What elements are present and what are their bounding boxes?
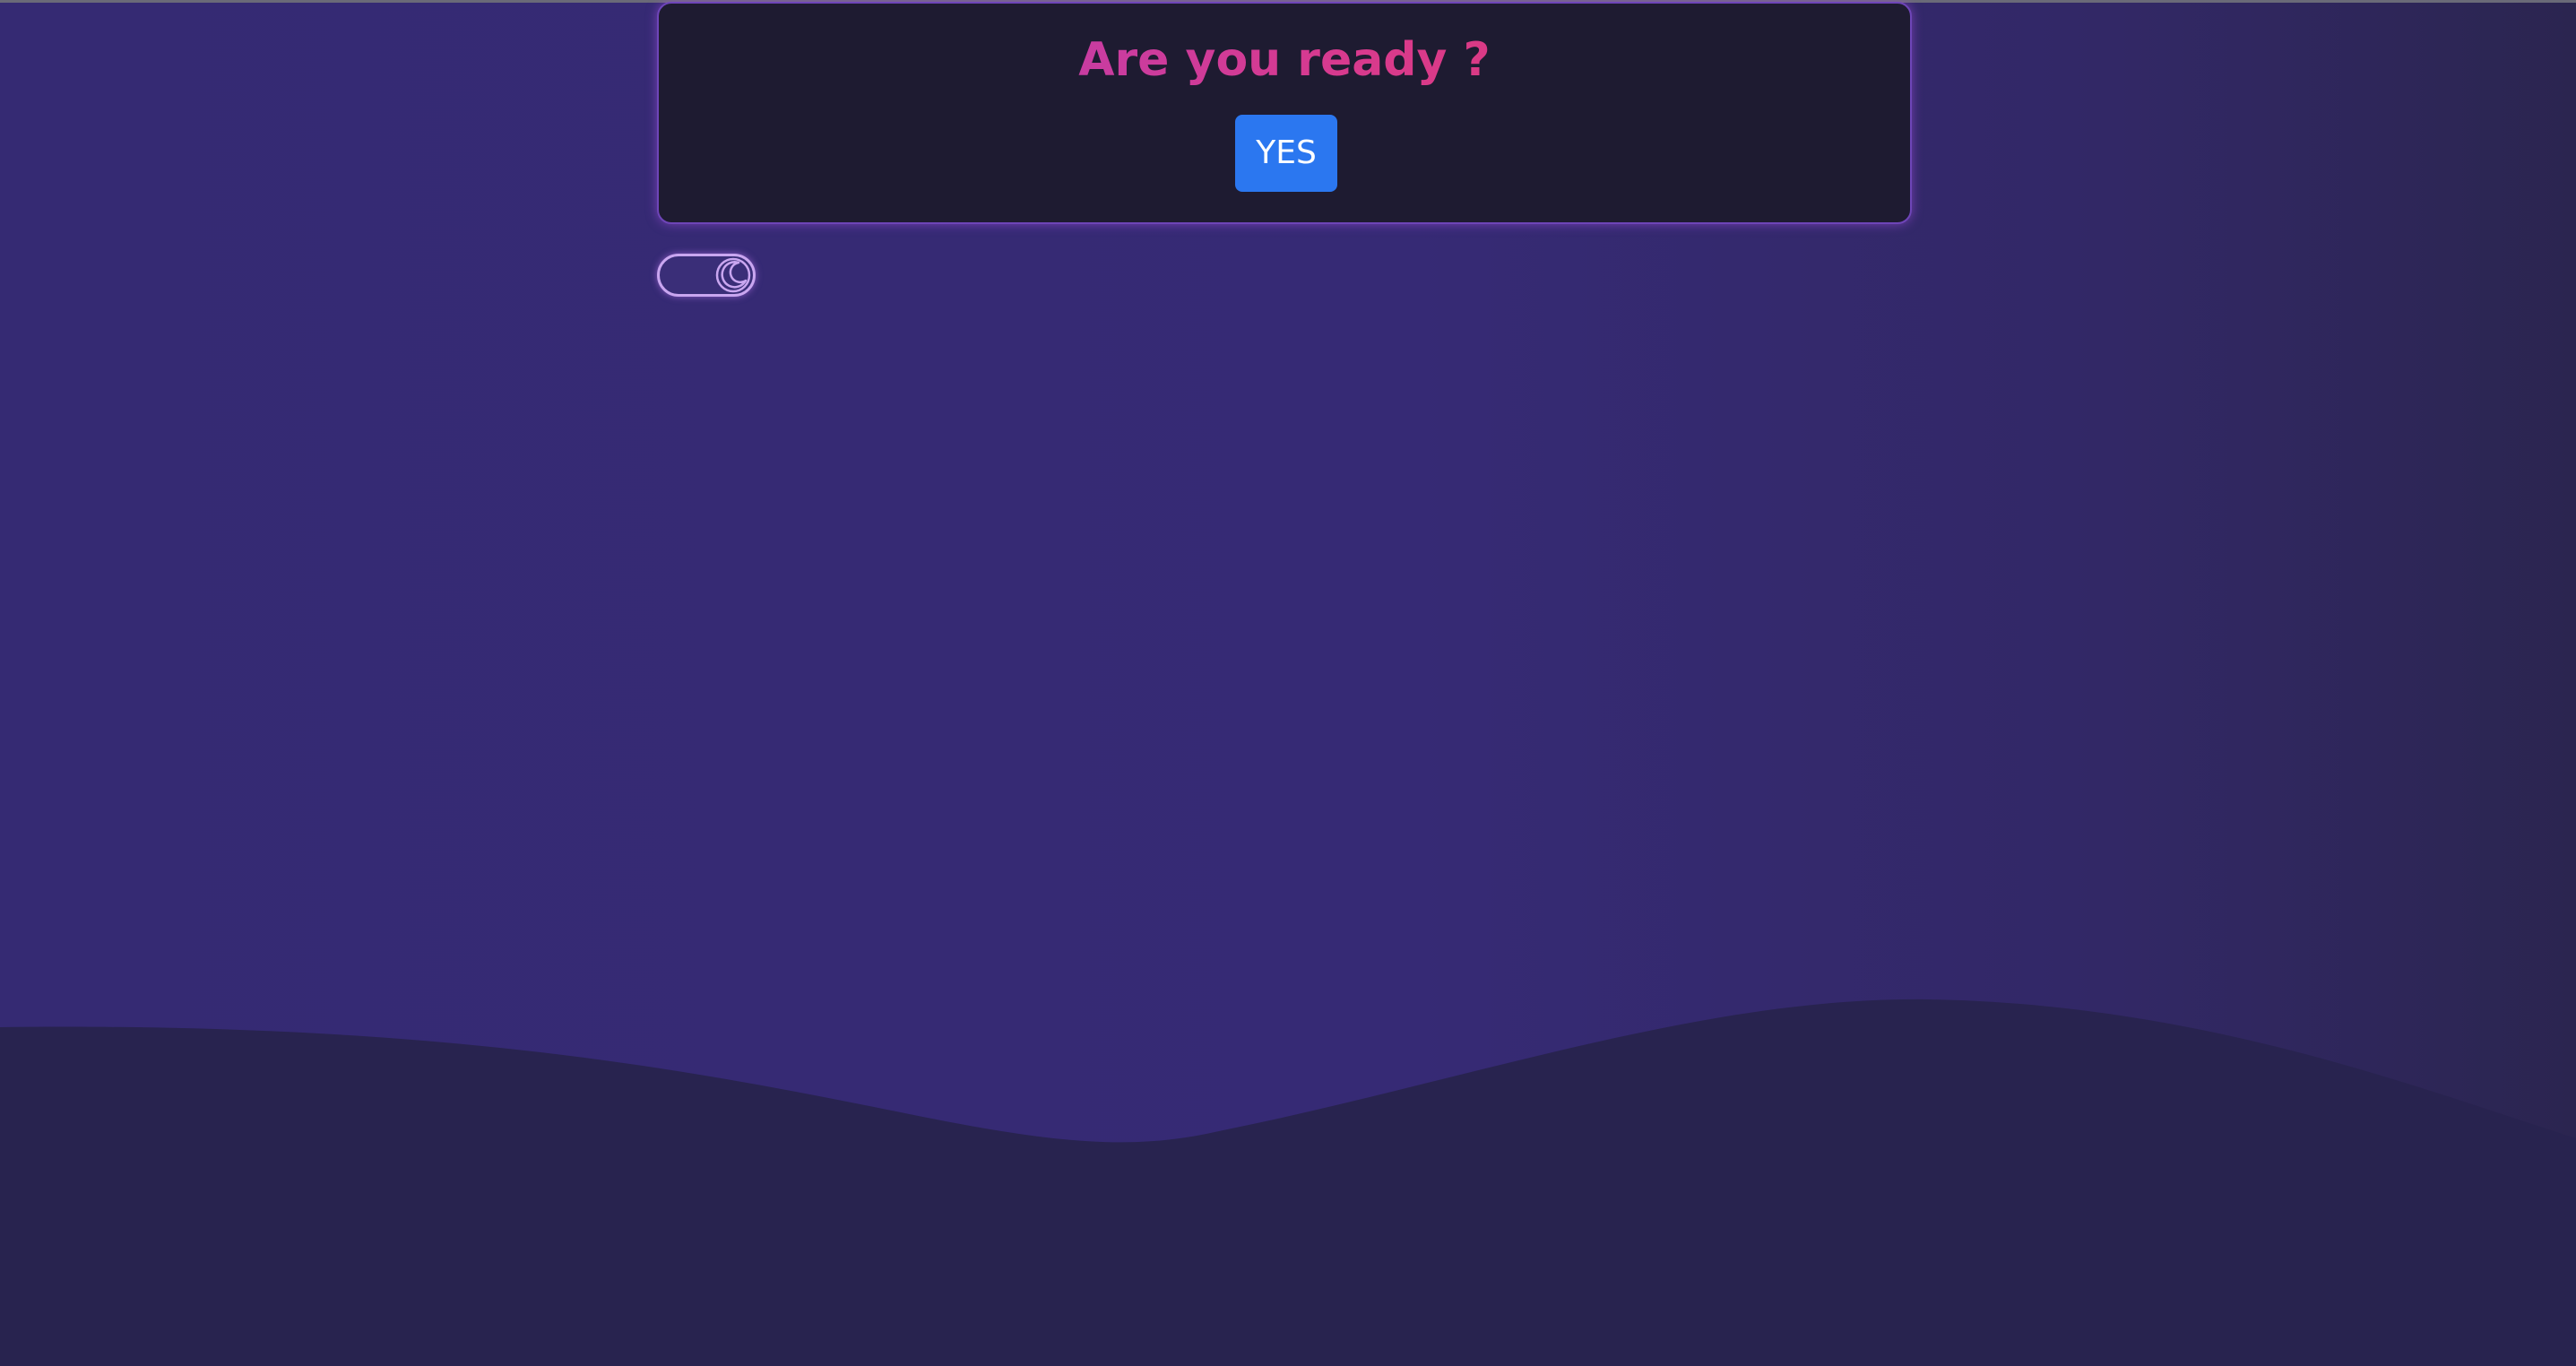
ready-dialog: Are you ready ? YES [657, 2, 1912, 224]
yes-button[interactable]: YES [1235, 115, 1337, 192]
theme-toggle[interactable] [657, 254, 756, 297]
dialog-title: Are you ready ? [659, 29, 1910, 91]
moon-icon [715, 257, 751, 293]
